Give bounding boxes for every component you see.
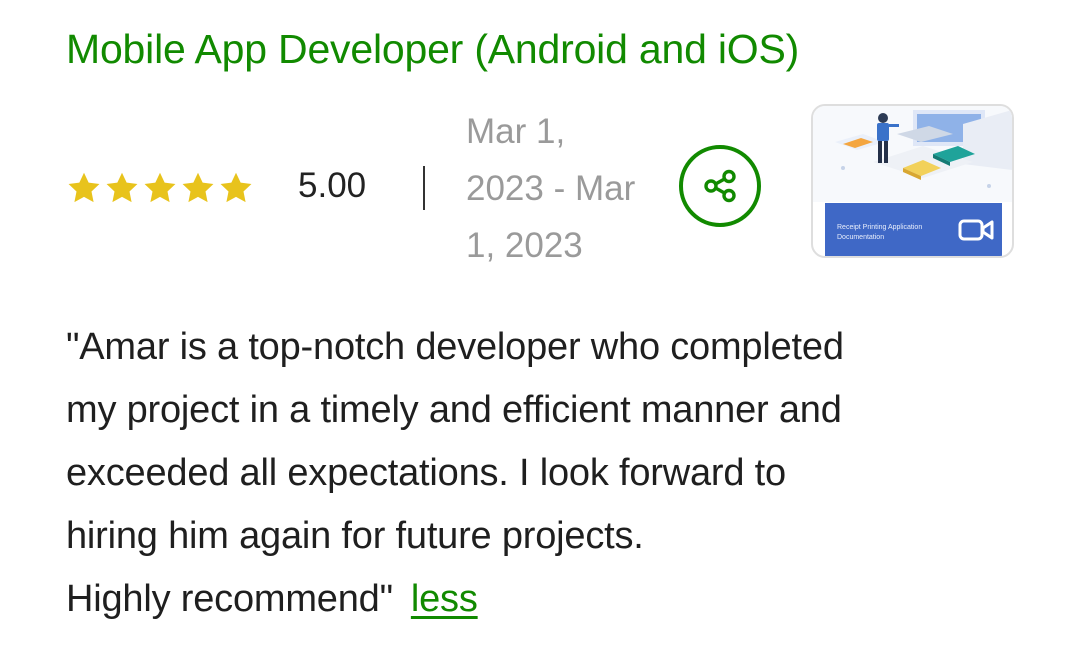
review-text: "Amar is a top-notch developer who compl… [66,316,1016,631]
star-icon [220,172,252,203]
share-icon [704,169,736,203]
star-icon [68,172,100,203]
thumbnail-caption-line: Receipt Printing Application [837,224,923,231]
thumbnail-caption-line: Documentation [837,234,885,241]
divider [423,166,425,210]
thumbnail-caption: Receipt Printing Application Documentati… [837,223,947,243]
review-line: exceeded all expectations. I look forwar… [66,452,786,494]
share-button[interactable] [679,145,761,227]
star-icon [144,172,176,203]
review-line: my project in a timely and efficient man… [66,389,842,431]
review-line: "Amar is a top-notch developer who compl… [66,326,844,368]
review-line: Highly recommend" [66,578,393,620]
portfolio-thumbnail[interactable]: Receipt Printing Application Documentati… [811,104,1014,258]
work-history-card: Mobile App Developer (Android and iOS) 5… [0,0,1080,672]
job-title[interactable]: Mobile App Developer (Android and iOS) [66,26,799,73]
review-line: hiring him again for future projects. [66,515,644,557]
date-range-line: Mar 1, [466,112,566,151]
date-range-line: 2023 - Mar [466,169,636,208]
star-rating [66,170,254,206]
thumbnail-illustration [813,106,1012,202]
thumbnail-caption-bar: Receipt Printing Application Documentati… [825,203,1002,256]
star-icon [106,172,138,203]
date-range-line: 1, 2023 [466,226,583,265]
review-last-line: Highly recommend" less [66,568,1016,631]
date-range: Mar 1, 2023 - Mar 1, 2023 [466,103,676,274]
rating-value: 5.00 [298,166,367,205]
star-icon [182,172,214,203]
video-camera-icon [958,219,994,241]
less-link[interactable]: less [411,578,478,620]
